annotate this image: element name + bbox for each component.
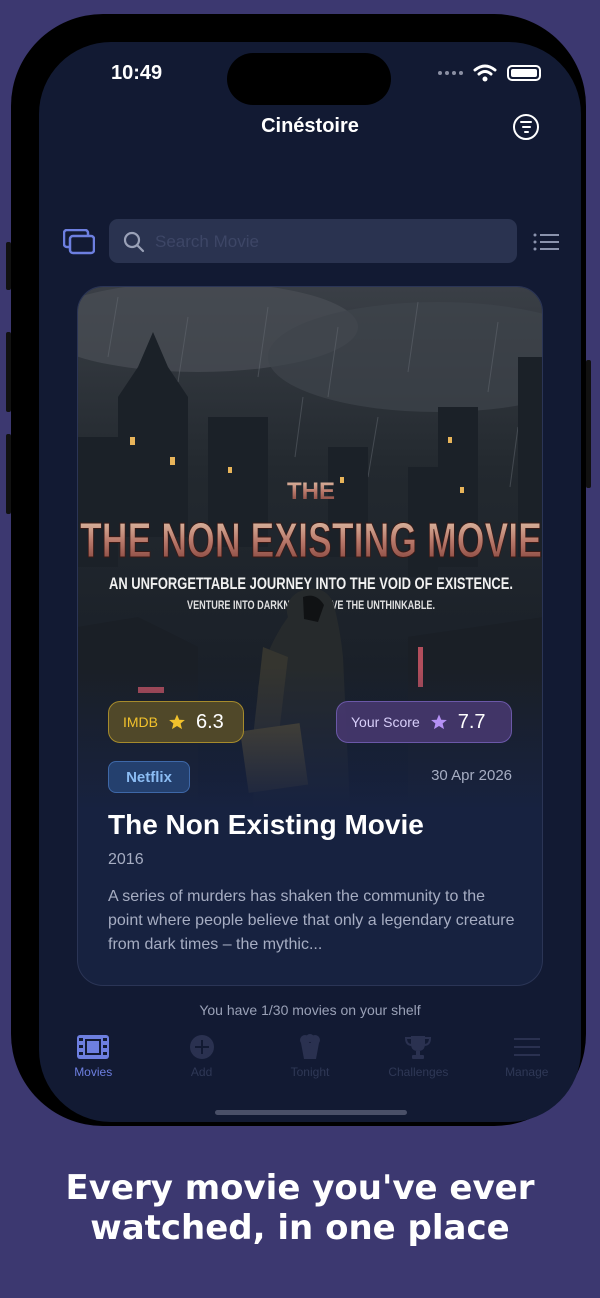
signal-icon — [438, 71, 463, 75]
movie-title: The Non Existing Movie — [108, 809, 424, 840]
tab-add[interactable]: Add — [147, 1034, 255, 1084]
promo-headline: Every movie you've ever watched, in one … — [0, 1168, 600, 1248]
tab-tonight[interactable]: Tonight — [256, 1034, 364, 1084]
home-indicator[interactable] — [215, 1110, 407, 1115]
star-icon — [430, 714, 447, 730]
app-screen: 10:49 Cinéstoire Search Movie THE THE NO… — [39, 42, 581, 1122]
wifi-icon — [473, 64, 497, 82]
side-button — [6, 242, 11, 290]
search-input[interactable]: Search Movie — [155, 232, 259, 252]
dynamic-island — [227, 53, 391, 105]
movie-card[interactable]: THE THE NON EXISTING MOVIE AN UNFORGETTA… — [77, 286, 543, 986]
tab-movies[interactable]: Movies — [39, 1034, 147, 1084]
platform-badge: Netflix — [108, 761, 190, 793]
side-button — [6, 332, 11, 412]
battery-icon — [507, 65, 541, 81]
search-icon — [123, 231, 145, 253]
headline-line-2: watched, in one place — [90, 1208, 510, 1248]
poster-big-title: THE NON EXISTING MOVIE — [80, 514, 542, 568]
side-button — [6, 434, 11, 514]
status-time: 10:49 — [111, 62, 163, 84]
list-view-icon[interactable] — [533, 232, 559, 252]
tab-label: Tonight — [290, 1065, 330, 1079]
star-icon — [169, 714, 185, 730]
filter-icon[interactable] — [513, 114, 539, 140]
app-title: Cinéstoire — [261, 115, 359, 137]
poster-fade — [78, 667, 542, 827]
tab-label: Challenges — [388, 1065, 449, 1079]
tab-label: Movies — [74, 1065, 113, 1079]
your-score-label: Your Score — [351, 714, 420, 730]
tab-bar: Movies Add Tonight Challenges Manage — [39, 1034, 581, 1084]
watch-date: 30 Apr 2026 — [431, 767, 512, 784]
your-score-value: 7.7 — [457, 710, 486, 733]
tab-manage[interactable]: Manage — [473, 1034, 581, 1084]
movie-description: A series of murders has shaken the commu… — [108, 888, 515, 953]
gallery-view-icon[interactable] — [63, 229, 95, 255]
trophy-icon — [405, 1036, 432, 1059]
plus-circle-icon — [189, 1035, 214, 1059]
tab-label: Manage — [505, 1065, 549, 1079]
tab-challenges[interactable]: Challenges — [364, 1034, 472, 1084]
imdb-label: IMDB — [123, 714, 158, 730]
tab-label: Add — [190, 1065, 213, 1079]
film-icon — [77, 1035, 110, 1059]
poster-small-title: THE — [287, 478, 335, 505]
list-icon — [513, 1038, 540, 1056]
your-score-badge[interactable]: Your Score 7.7 — [336, 701, 512, 743]
shelf-count: You have 1/30 movies on your shelf — [199, 1002, 421, 1018]
popcorn-icon — [299, 1034, 320, 1059]
search-bar[interactable]: Search Movie — [109, 219, 517, 263]
status-icons — [438, 64, 541, 82]
imdb-rating-badge: IMDB 6.3 — [108, 701, 244, 743]
phone-frame: 10:49 Cinéstoire Search Movie THE THE NO… — [6, 14, 591, 1126]
imdb-score: 6.3 — [196, 710, 224, 733]
side-button — [586, 360, 591, 488]
movie-year: 2016 — [108, 851, 144, 868]
headline-line-1: Every movie you've ever — [65, 1168, 535, 1208]
